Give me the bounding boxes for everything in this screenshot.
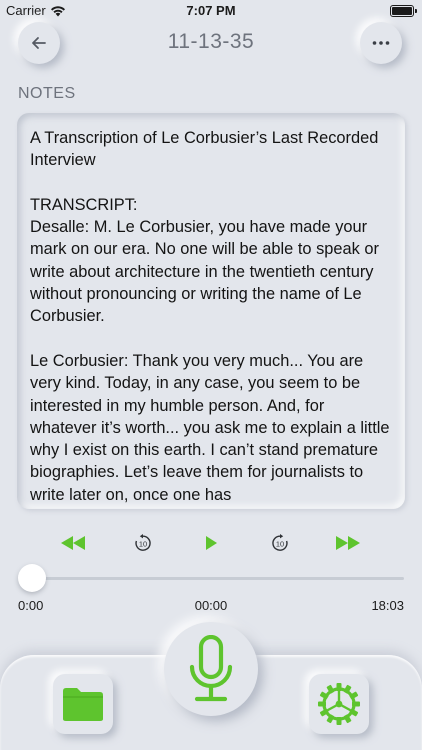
battery-icon	[390, 5, 417, 17]
notes-section-label: NOTES	[18, 85, 76, 102]
total-duration: 18:03	[371, 598, 404, 613]
recordings-folder-button[interactable]	[53, 674, 113, 734]
current-time: 00:00	[194, 598, 228, 613]
progress-thumb[interactable]	[18, 564, 46, 592]
play-icon	[206, 536, 217, 550]
ellipsis-icon	[372, 41, 390, 45]
settings-button[interactable]	[309, 674, 369, 734]
skip-forward-10-button[interactable]: 10	[265, 528, 295, 558]
progress-track[interactable]	[32, 577, 404, 580]
playback-controls: 10 10	[0, 528, 422, 558]
skip-back-seconds: 10	[139, 540, 147, 549]
rewind-icon	[61, 536, 85, 550]
status-bar: Carrier 7:07 PM	[0, 0, 422, 24]
settings-gear-icon	[318, 683, 360, 725]
fast-forward-icon	[336, 536, 360, 550]
record-button[interactable]	[164, 622, 258, 716]
skip-back-10-icon: 10	[135, 534, 151, 551]
skip-back-10-button[interactable]: 10	[128, 528, 158, 558]
more-options-button[interactable]	[360, 22, 402, 64]
folder-icon	[63, 688, 103, 721]
skip-forward-seconds: 10	[276, 540, 284, 549]
fast-forward-button[interactable]	[333, 528, 363, 558]
skip-forward-10-icon: 10	[272, 534, 288, 551]
notes-text-area[interactable]: A Transcription of Le Corbusier’s Last R…	[17, 113, 405, 509]
status-time: 7:07 PM	[186, 3, 236, 18]
microphone-icon	[189, 635, 233, 702]
page-title: 11-13-35	[167, 30, 255, 53]
notes-body[interactable]: A Transcription of Le Corbusier’s Last R…	[30, 127, 393, 506]
play-button[interactable]	[196, 528, 226, 558]
rewind-button[interactable]	[58, 528, 88, 558]
